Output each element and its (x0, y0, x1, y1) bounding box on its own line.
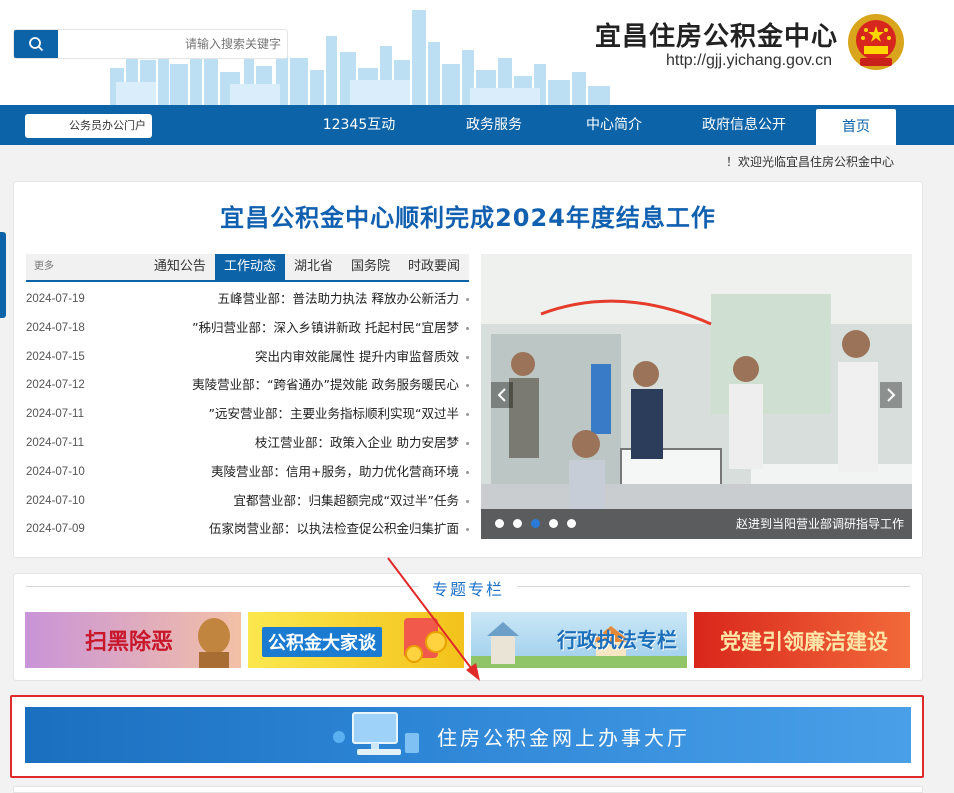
national-emblem-icon (848, 14, 904, 70)
news-date: 2024-07-15 (26, 350, 85, 363)
news-date: 2024-07-10 (26, 465, 85, 478)
carousel-dot[interactable] (567, 519, 576, 528)
list-item: 伍家岗营业部：以执法检查促公积金归集扩面 2024-07-09 (26, 515, 470, 544)
banner-label: 行政执法专栏 (557, 628, 677, 652)
news-panel: 宜昌公积金中心顺利完成2024年度结息工作 时政要闻 国务院 湖北省 工作动态 … (13, 181, 923, 558)
list-item: 秭归营业部：深入乡镇讲新政 托起村民“宜居梦” 2024-07-18 (26, 314, 469, 343)
list-item: 远安营业部：主要业务指标顺利实现“双过半” 2024-07-11 (26, 400, 470, 429)
list-item: 突出内审效能属性 提升内审监督质效 2024-07-15 (26, 343, 469, 372)
news-title[interactable]: 远安营业部：主要业务指标顺利实现“双过半” (209, 400, 470, 429)
news-title[interactable]: 伍家岗营业部：以执法检查促公积金归集扩面 (209, 515, 470, 544)
news-title[interactable]: 秭归营业部：深入乡镇讲新政 托起村民“宜居梦” (192, 314, 469, 343)
banner-label: 扫黑除恶 (85, 629, 174, 655)
banner-anti-crime[interactable]: 扫黑除恶 (25, 612, 241, 668)
carousel-dot[interactable] (513, 519, 522, 528)
banner-fund-talk[interactable]: 公积金大家谈 (248, 612, 464, 668)
photo-carousel[interactable]: 赵进到当阳营业部调研指导工作 (481, 254, 912, 539)
site-header: 宜昌住房公积金中心 http://gjj.yichang.gov.cn (0, 0, 954, 105)
lion-statue-illustration (198, 618, 230, 668)
nav-services[interactable]: 政务服务 (449, 105, 539, 145)
online-service-hall-banner[interactable]: 住房公积金网上办事大厅 (25, 707, 911, 763)
tab-state-council[interactable]: 国务院 (342, 254, 399, 280)
news-date: 2024-07-18 (26, 321, 85, 334)
search-box (13, 29, 288, 59)
next-section-edge (13, 786, 923, 793)
tab-work-news[interactable]: 工作动态 (214, 254, 285, 280)
tab-politics[interactable]: 时政要闻 (399, 254, 469, 280)
news-title[interactable]: 五峰营业部：普法助力执法 释放办公新活力 (218, 285, 470, 314)
welcome-text: 欢迎光临宜昌住房公积金中心！ (725, 155, 894, 169)
coins-icon (404, 618, 447, 663)
nav-gov-info[interactable]: 政府信息公开 (684, 105, 804, 145)
headline-link[interactable]: 宜昌公积金中心顺利完成2024年度结息工作 (14, 198, 922, 233)
news-title[interactable]: 夷陵营业部：信用+服务，助力优化营商环境 (211, 458, 469, 487)
banner-label: 公积金大家谈 (262, 627, 382, 657)
carousel-next-button[interactable] (880, 382, 902, 408)
banner-party-building[interactable]: 党建引领廉洁建设 (694, 612, 910, 668)
news-tabs: 时政要闻 国务院 湖北省 工作动态 通知公告 更多 (26, 254, 469, 282)
news-title[interactable]: 枝江营业部：政策入企业 助力安居梦 (255, 429, 469, 458)
section-title-text: 专题专栏 (417, 580, 518, 599)
main-nav: 首页 政府信息公开 中心简介 政务服务 12345互动 公务员办公门户 (0, 105, 954, 145)
news-date: 2024-07-12 (26, 379, 85, 392)
banner-law-enforcement[interactable]: 行政执法专栏 (471, 612, 687, 668)
search-icon (29, 37, 44, 52)
news-date: 2024-07-11 (26, 408, 84, 421)
nav-about[interactable]: 中心简介 (574, 105, 654, 145)
news-title[interactable]: 突出内审效能属性 提升内审监督质效 (255, 343, 469, 372)
carousel-dot[interactable] (549, 519, 558, 528)
list-item: 宜都营业部：归集超额完成“双过半”任务 2024-07-10 (26, 487, 470, 516)
side-float-tab[interactable] (0, 232, 6, 318)
news-date: 2024-07-10 (26, 494, 85, 507)
news-date: 2024-07-11 (26, 436, 84, 449)
carousel-dot[interactable] (495, 519, 504, 528)
site-url: http://gjj.yichang.gov.cn (665, 52, 832, 69)
carousel-prev-button[interactable] (491, 382, 513, 408)
chevron-left-icon (497, 388, 506, 402)
search-input[interactable] (56, 30, 287, 58)
carousel-dots (495, 519, 576, 528)
news-date: 2024-07-19 (26, 293, 85, 305)
highlight-frame: 住房公积金网上办事大厅 (10, 695, 924, 778)
news-title[interactable]: 宜都营业部：归集超额完成“双过半”任务 (234, 487, 470, 516)
tab-hubei[interactable]: 湖北省 (285, 254, 342, 280)
online-hall-label: 住房公积金网上办事大厅 (437, 726, 690, 750)
carousel-dot[interactable] (531, 519, 540, 528)
nav-home[interactable]: 首页 (816, 109, 896, 145)
nav-12345[interactable]: 12345互动 (309, 105, 409, 145)
news-list: 五峰营业部：普法助力执法 释放办公新活力 2024-07-19 秭归营业部：深入乡… (26, 285, 470, 544)
news-date: 2024-07-09 (26, 523, 85, 536)
banner-label: 党建引领廉洁建设 (720, 629, 888, 654)
list-item: 枝江营业部：政策入企业 助力安居梦 2024-07-11 (26, 429, 469, 458)
list-item: 夷陵营业部：“跨省通办”提效能 政务服务暖民心 2024-07-12 (26, 371, 469, 400)
news-title[interactable]: 夷陵营业部：“跨省通办”提效能 政务服务暖民心 (192, 371, 469, 400)
tab-notices[interactable]: 通知公告 (145, 254, 215, 280)
site-title: 宜昌住房公积金中心 (594, 22, 838, 52)
special-column: 专题专栏 党建引领廉洁建设 行政执法专栏 公积金大家谈 扫黑除恶 (13, 573, 923, 681)
search-button[interactable] (14, 30, 58, 58)
list-item: 夷陵营业部：信用+服务，助力优化营商环境 2024-07-10 (26, 458, 469, 487)
carousel-photo (481, 254, 912, 539)
staff-portal-button[interactable]: 公务员办公门户 (25, 114, 152, 138)
chevron-right-icon (887, 388, 896, 402)
section-title: 专题专栏 (14, 576, 922, 600)
computer-illustration (333, 712, 419, 755)
list-item: 五峰营业部：普法助力执法 释放办公新活力 2024-07-19 (26, 285, 470, 314)
more-link[interactable]: 更多 (26, 254, 62, 280)
